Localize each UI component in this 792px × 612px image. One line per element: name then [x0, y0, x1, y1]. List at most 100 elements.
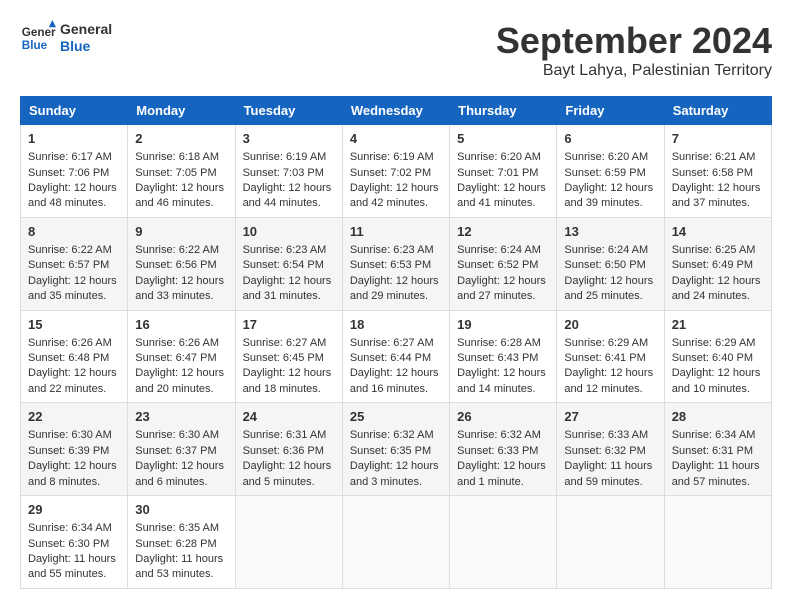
- calendar-day-cell: [450, 496, 557, 589]
- calendar-day-cell: 4Sunrise: 6:19 AMSunset: 7:02 PMDaylight…: [342, 125, 449, 218]
- day-info-line: Daylight: 12 hours: [350, 181, 442, 196]
- logo-general-text: General: [60, 21, 112, 38]
- day-info-line: Sunset: 6:31 PM: [672, 444, 764, 459]
- day-number: 17: [243, 316, 335, 334]
- day-number: 14: [672, 223, 764, 241]
- day-of-week-header: Saturday: [664, 97, 771, 125]
- day-info-line: Daylight: 12 hours: [28, 459, 120, 474]
- day-info-line: Sunset: 6:48 PM: [28, 351, 120, 366]
- day-info-line: Sunset: 6:50 PM: [564, 258, 656, 273]
- day-info-line: Sunrise: 6:30 AM: [28, 428, 120, 443]
- day-info-line: and 5 minutes.: [243, 475, 335, 490]
- day-info-line: Sunset: 6:59 PM: [564, 166, 656, 181]
- day-number: 8: [28, 223, 120, 241]
- day-info-line: and 31 minutes.: [243, 289, 335, 304]
- calendar-day-cell: 6 Sunrise: 6:20 AMSunset: 6:59 PMDaylight…: [557, 125, 664, 218]
- page-header: General Blue General Blue September 2024…: [20, 20, 772, 80]
- calendar-day-cell: 20Sunrise: 6:29 AMSunset: 6:41 PMDayligh…: [557, 310, 664, 403]
- day-number: 29: [28, 501, 120, 519]
- day-info-line: and 53 minutes.: [135, 567, 227, 582]
- day-info-line: and 10 minutes.: [672, 382, 764, 397]
- calendar-week-row: 15 Sunrise: 6:26 AMSunset: 6:48 PM Dayligh…: [21, 310, 772, 403]
- day-info-line: and 33 minutes.: [135, 289, 227, 304]
- calendar-day-cell: 3Sunrise: 6:19 AMSunset: 7:03 PMDaylight…: [235, 125, 342, 218]
- calendar-day-cell: 22Sunrise: 6:30 AMSunset: 6:39 PMDayligh…: [21, 403, 128, 496]
- day-info-line: Daylight: 12 hours: [243, 181, 335, 196]
- day-info-line: Sunrise: 6:29 AM: [564, 336, 656, 351]
- day-info-line: Sunrise: 6:24 AM: [457, 243, 549, 258]
- calendar-day-cell: 9Sunrise: 6:22 AMSunset: 6:56 PMDaylight…: [128, 217, 235, 310]
- day-info-line: and 18 minutes.: [243, 382, 335, 397]
- day-number: 20: [564, 316, 656, 334]
- calendar-day-cell: 7Sunrise: 6:21 AMSunset: 6:58 PMDaylight…: [664, 125, 771, 218]
- calendar-day-cell: 24Sunrise: 6:31 AMSunset: 6:36 PMDayligh…: [235, 403, 342, 496]
- day-info-line: Sunrise: 6:26 AM: [28, 336, 120, 351]
- calendar-week-row: 1Sunrise: 6:17 AMSunset: 7:06 PMDaylight…: [21, 125, 772, 218]
- day-info-line: Sunset: 6:44 PM: [350, 351, 442, 366]
- day-info-line: Daylight: 12 hours: [243, 274, 335, 289]
- day-number: 27: [564, 408, 656, 426]
- day-info-line: Daylight: 12 hours: [564, 274, 656, 289]
- calendar-day-cell: 8Sunrise: 6:22 AMSunset: 6:57 PMDaylight…: [21, 217, 128, 310]
- day-info-line: Sunrise: 6:27 AM: [243, 336, 335, 351]
- day-info-line: and 12 minutes.: [564, 382, 656, 397]
- calendar-week-row: 29Sunrise: 6:34 AMSunset: 6:30 PMDayligh…: [21, 496, 772, 589]
- day-of-week-header: Wednesday: [342, 97, 449, 125]
- day-info-line: Daylight: 12 hours: [564, 181, 656, 196]
- day-number: 25: [350, 408, 442, 426]
- calendar-day-cell: 15Sunrise: 6:26 AMSunset: 6:48 PMDayligh…: [21, 310, 128, 403]
- day-info-line: Daylight: 12 hours: [564, 366, 656, 381]
- day-info-line: Daylight: 12 hours: [135, 459, 227, 474]
- day-info-line: Sunset: 7:01 PM: [457, 166, 549, 181]
- day-info-line: and 16 minutes.: [350, 382, 442, 397]
- day-info-line: and 20 minutes.: [135, 382, 227, 397]
- day-number: 19: [457, 316, 549, 334]
- day-info-line: Daylight: 12 hours: [350, 459, 442, 474]
- day-info-line: Sunrise: 6:17 AM: [28, 150, 120, 165]
- day-info-line: and 42 minutes.: [350, 196, 442, 211]
- day-info-line: Sunset: 6:37 PM: [135, 444, 227, 459]
- day-info-line: Sunrise: 6:24 AM: [564, 243, 656, 258]
- day-info-line: Sunset: 7:02 PM: [350, 166, 442, 181]
- day-info-line: and 27 minutes.: [457, 289, 549, 304]
- day-info-line: Daylight: 12 hours: [243, 459, 335, 474]
- day-info-line: and 3 minutes.: [350, 475, 442, 490]
- day-info-line: Daylight: 12 hours: [350, 366, 442, 381]
- day-info-line: Sunset: 6:33 PM: [457, 444, 549, 459]
- day-info-line: Sunset: 7:06 PM: [28, 166, 120, 181]
- day-number: 15: [28, 316, 120, 334]
- day-info-line: Sunset: 6:45 PM: [243, 351, 335, 366]
- day-number: 5: [457, 130, 549, 148]
- day-info-line: and 22 minutes.: [28, 382, 120, 397]
- calendar-table: SundayMondayTuesdayWednesdayThursdayFrid…: [20, 96, 772, 589]
- day-info-line: Daylight: 12 hours: [243, 366, 335, 381]
- day-info-line: and 39 minutes.: [564, 196, 656, 211]
- day-info-line: Sunrise: 6:27 AM: [350, 336, 442, 351]
- day-info-line: Daylight: 12 hours: [672, 181, 764, 196]
- day-of-week-header: Thursday: [450, 97, 557, 125]
- day-info-line: Sunrise: 6:20 AM: [564, 150, 656, 165]
- calendar-header-row: SundayMondayTuesdayWednesdayThursdayFrid…: [21, 97, 772, 125]
- day-number: 6: [564, 130, 656, 148]
- day-info-line: and 46 minutes.: [135, 196, 227, 211]
- calendar-day-cell: 16Sunrise: 6:26 AMSunset: 6:47 PMDayligh…: [128, 310, 235, 403]
- calendar-day-cell: 30Sunrise: 6:35 AMSunset: 6:28 PMDayligh…: [128, 496, 235, 589]
- calendar-day-cell: 17 Sunrise: 6:27 AMSunset: 6:45 PMDayligh…: [235, 310, 342, 403]
- day-info-line: Sunset: 6:52 PM: [457, 258, 549, 273]
- calendar-day-cell: [235, 496, 342, 589]
- day-info-line: Daylight: 12 hours: [28, 181, 120, 196]
- calendar-day-cell: [342, 496, 449, 589]
- calendar-day-cell: 2Sunrise: 6:18 AMSunset: 7:05 PMDaylight…: [128, 125, 235, 218]
- day-info-line: and 44 minutes.: [243, 196, 335, 211]
- day-info-line: Sunrise: 6:35 AM: [135, 521, 227, 536]
- day-info-line: and 48 minutes.: [28, 196, 120, 211]
- day-info-line: and 41 minutes.: [457, 196, 549, 211]
- day-of-week-header: Tuesday: [235, 97, 342, 125]
- day-number: 30: [135, 501, 227, 519]
- day-info-line: Sunset: 6:56 PM: [135, 258, 227, 273]
- calendar-day-cell: [557, 496, 664, 589]
- day-info-line: Sunset: 6:39 PM: [28, 444, 120, 459]
- day-info-line: Daylight: 12 hours: [457, 366, 549, 381]
- day-info-line: Sunrise: 6:22 AM: [135, 243, 227, 258]
- day-info-line: Sunset: 6:49 PM: [672, 258, 764, 273]
